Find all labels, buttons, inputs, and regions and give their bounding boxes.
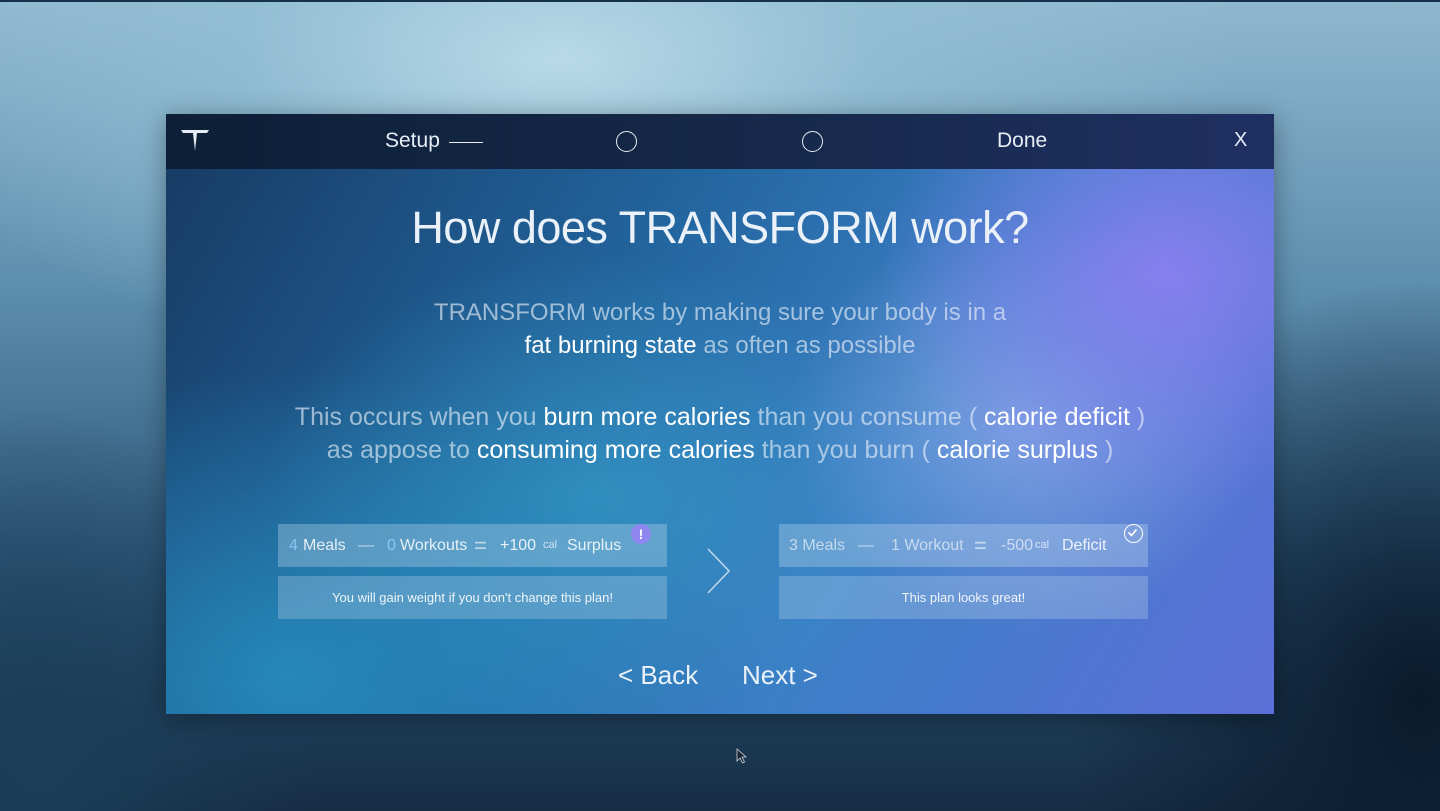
- current-meals-count: 4: [289, 537, 298, 554]
- current-workouts-label: Workouts: [400, 537, 468, 554]
- next-button[interactable]: Next >: [742, 660, 818, 691]
- check-circle-icon: [1124, 524, 1143, 543]
- close-button[interactable]: X: [1234, 129, 1247, 152]
- text-segment: This occurs when you: [294, 403, 544, 431]
- step-done-label: Done: [997, 129, 1048, 152]
- text-segment: as appose to: [326, 436, 477, 464]
- transform-logo-icon: [181, 130, 209, 151]
- current-meals-label: Meals: [303, 537, 346, 554]
- current-plan-message: You will gain weight if you don't change…: [278, 576, 667, 619]
- current-calories: +100: [500, 537, 537, 554]
- equals-symbol: =: [974, 533, 987, 558]
- step-2-indicator: [616, 131, 637, 152]
- intro-line-1: TRANSFORM works by making sure your body…: [433, 299, 1007, 326]
- intro-line-2: fat burning state as often as possible: [166, 329, 1274, 362]
- suggested-calories: -500: [1001, 537, 1034, 554]
- text-segment: ): [1129, 403, 1146, 431]
- minus-symbol: —: [858, 537, 874, 554]
- consuming-more-highlight: consuming more calories: [476, 436, 755, 464]
- mouse-cursor-icon: [736, 748, 748, 764]
- back-button[interactable]: < Back: [618, 660, 698, 691]
- current-result-label: Surplus: [567, 537, 622, 554]
- text-segment: than you consume (: [750, 403, 985, 431]
- step-3-indicator: [802, 131, 823, 152]
- chevron-right-icon: [707, 548, 731, 594]
- suggested-cal-unit: cal: [1035, 539, 1050, 551]
- page-title: How does TRANSFORM work?: [411, 202, 1029, 253]
- screen-top-edge: [0, 0, 1440, 2]
- suggested-result-label: Deficit: [1062, 537, 1107, 554]
- suggested-meals: 3 Meals: [789, 537, 846, 554]
- equals-symbol: =: [474, 533, 487, 558]
- burn-more-highlight: burn more calories: [543, 403, 751, 431]
- checkmark-icon: [1127, 528, 1138, 537]
- calorie-surplus-highlight: calorie surplus: [936, 436, 1098, 464]
- current-plan-summary: 4 Meals — 0 Workouts = +100 cal Surplus …: [278, 524, 667, 567]
- step-progress-line: [449, 142, 483, 143]
- setup-dialog: Setup Done X How does TRANSFORM work? TR…: [166, 114, 1274, 714]
- intro-line-2-rest: as often as possible: [696, 332, 916, 359]
- intro-paragraph: TRANSFORM works by making sure your body…: [166, 296, 1274, 362]
- dialog-titlebar: Setup Done X: [166, 114, 1274, 169]
- step-setup-label: Setup: [385, 129, 440, 152]
- explanation-line-1: This occurs when you burn more calories …: [166, 401, 1274, 434]
- current-workouts-count: 0: [387, 537, 396, 554]
- suggested-plan-message: This plan looks great!: [779, 576, 1148, 619]
- explanation-line-2: as appose to consuming more calories tha…: [166, 434, 1274, 467]
- minus-symbol: —: [358, 537, 374, 554]
- calorie-deficit-highlight: calorie deficit: [984, 403, 1130, 431]
- fat-burning-highlight: fat burning state: [524, 332, 697, 359]
- text-segment: than you burn (: [754, 436, 937, 464]
- warning-alert-icon: !: [631, 524, 651, 544]
- explanation-paragraph: This occurs when you burn more calories …: [166, 401, 1274, 467]
- suggested-plan-summary: 3 Meals — 1 Workout = -500 cal Deficit: [779, 524, 1148, 567]
- current-cal-unit: cal: [543, 539, 558, 551]
- text-segment: ): [1098, 436, 1114, 464]
- suggested-workouts: 1 Workout: [891, 537, 964, 554]
